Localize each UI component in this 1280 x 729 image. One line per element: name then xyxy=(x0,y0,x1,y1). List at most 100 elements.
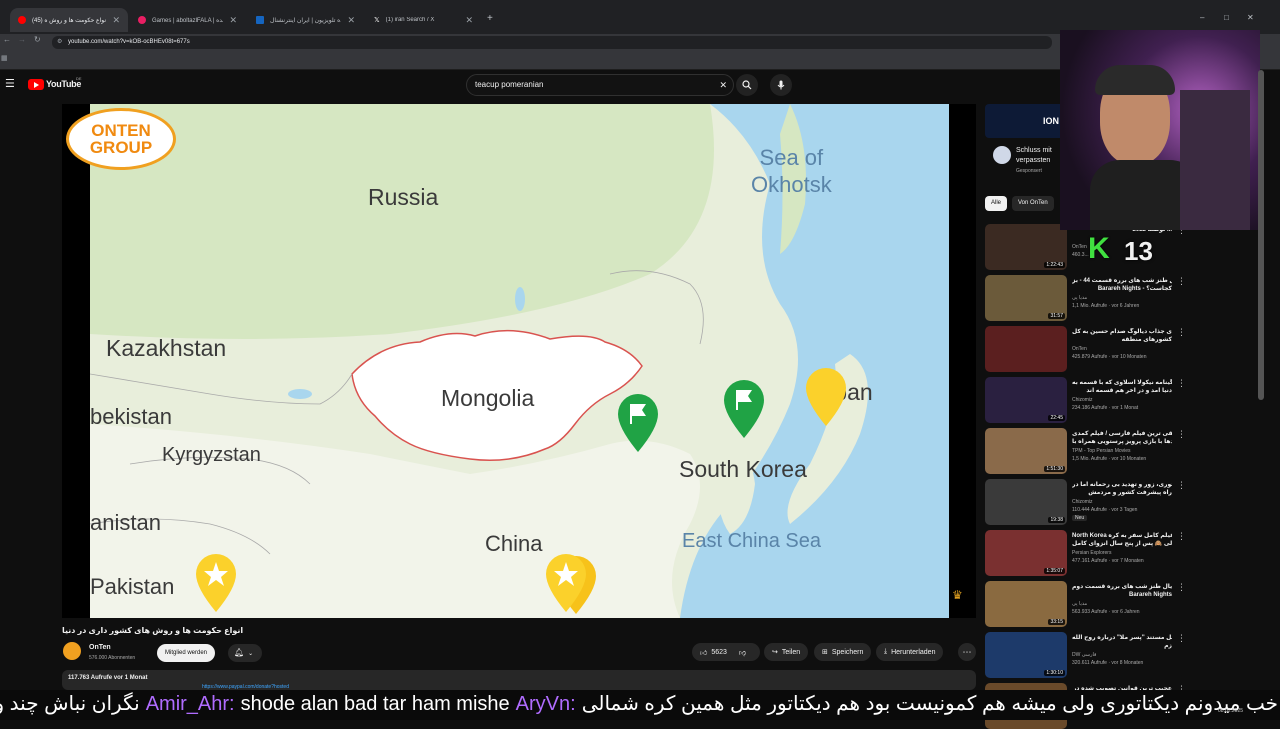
video-channel[interactable]: Persian Explorers xyxy=(1072,550,1111,556)
video-title-line2[interactable]: Barareh Nights xyxy=(1072,591,1172,599)
video-thumbnail[interactable]: 22:45 xyxy=(985,377,1067,423)
video-thumbnail[interactable] xyxy=(985,326,1067,372)
dislike-icon[interactable]: 👎︎ xyxy=(739,648,746,657)
close-tab-icon[interactable]: ✕ xyxy=(465,15,473,26)
video-options-icon[interactable]: ⋮ xyxy=(1177,378,1186,389)
browser-tab[interactable]: (45) انواع حکومت ها و روش ه ✕ xyxy=(10,8,128,32)
video-options-icon[interactable]: ⋮ xyxy=(1177,531,1186,542)
video-options-icon[interactable]: ⋮ xyxy=(1177,582,1186,593)
channel-avatar[interactable] xyxy=(63,642,81,660)
video-options-icon[interactable]: ⋮ xyxy=(1177,276,1186,287)
logo-text: ONTEN GROUP xyxy=(89,121,153,157)
new-tab-button[interactable]: + xyxy=(487,13,493,24)
video-options-icon[interactable]: ⋮ xyxy=(1177,480,1186,491)
video-thumbnail[interactable]: 1:30:10 xyxy=(985,632,1067,678)
video-meta: 477.161 Aufrufe · vor 7 Monaten xyxy=(1072,558,1144,564)
video-title-line2[interactable]: راه پیشرفت کشور و مردمش xyxy=(1072,489,1172,497)
video-title[interactable]: توافقی ترین فیلم فارسی / فیلم کمدی xyxy=(1072,430,1172,438)
more-actions-button[interactable]: ⋯ xyxy=(958,643,976,661)
video-title-line2[interactable]: Barareh Nights - کجاست؟ xyxy=(1072,285,1172,293)
video-thumbnail[interactable]: 31:57 xyxy=(985,275,1067,321)
video-title[interactable]: سریال طنز شب های برره قسمت 44 - بز xyxy=(1072,277,1172,285)
video-title[interactable]: زندگینامه نیکولا اسلاوی که با قسمه به xyxy=(1072,379,1172,387)
minimize-button[interactable]: – xyxy=(1200,13,1204,22)
menu-icon[interactable]: ☰ xyxy=(5,77,15,90)
ad-banner[interactable]: ION xyxy=(985,104,1067,138)
back-icon[interactable]: ← xyxy=(3,35,11,44)
x-favicon-icon: 𝕏 xyxy=(374,17,380,24)
chip-from-channel[interactable]: Von OnTen xyxy=(1012,196,1054,211)
video-thumbnail[interactable]: 19:38 xyxy=(985,479,1067,525)
video-channel[interactable]: Chizomiz xyxy=(1072,397,1093,403)
video-options-icon[interactable]: ⋮ xyxy=(1177,327,1186,338)
video-title[interactable]: North Korea فیلم کامل سفر به کره xyxy=(1072,532,1172,540)
video-channel[interactable]: TPM - Top Persian Movies xyxy=(1072,448,1131,454)
maximize-button[interactable]: □ xyxy=(1224,13,1229,22)
page-scrollbar[interactable] xyxy=(1258,70,1264,400)
video-title[interactable]: سریال طنز شب های برره قسمت دوم - xyxy=(1072,583,1172,591)
url-field[interactable]: ⚙ youtube.com/watch?v=kOB-ocBHEv08t=677s xyxy=(52,36,1052,49)
close-window-button[interactable]: ✕ xyxy=(1247,13,1254,22)
video-title-line2[interactable]: شمالی 🙈 پس از پنج سال انزوای کامل xyxy=(1072,540,1172,548)
close-tab-icon[interactable]: ✕ xyxy=(229,15,237,26)
notifications-button[interactable]: 🔔︎ ⌄ xyxy=(228,644,262,662)
video-meta: 425.879 Aufrufe · vor 10 Monaten xyxy=(1072,354,1147,360)
search-button[interactable] xyxy=(736,74,758,96)
join-button[interactable]: Mitglied werden xyxy=(157,644,216,662)
forward-icon[interactable]: → xyxy=(18,35,26,44)
description-box[interactable]: 117.763 Aufrufe vor 1 Monat https://www.… xyxy=(62,670,976,690)
yellow-pin-icon xyxy=(806,368,846,426)
search-input[interactable]: teacup pomeranian ✕ xyxy=(466,74,734,96)
video-title[interactable]: نسخه کامل مستند "پسر ملا" درباره روح الل… xyxy=(1072,634,1172,642)
video-title-line2[interactable]: کشورهای منطقه xyxy=(1072,336,1172,344)
apps-icon[interactable]: ▦ xyxy=(1,54,8,62)
close-tab-icon[interactable]: ✕ xyxy=(347,15,355,26)
map-label-pakistan: Pakistan xyxy=(90,574,175,599)
video-title-line2[interactable]: زم xyxy=(1072,642,1172,650)
video-title[interactable]: صحنه‌ی جذاب دیالوگ صدام حسین به کل xyxy=(1072,328,1172,336)
streamer-cap xyxy=(1095,65,1175,95)
video-channel[interactable]: OnTen xyxy=(1072,346,1087,352)
video-player[interactable]: Sea of Okhotsk Russia Kazakhstan Mongoli… xyxy=(62,104,976,618)
site-info-icon[interactable]: ⚙ xyxy=(57,36,62,49)
chevron-down-icon: ⌄ xyxy=(248,651,254,657)
channel-name[interactable]: OnTen xyxy=(89,644,111,651)
save-button[interactable]: ⊞ Speichern xyxy=(814,643,872,661)
voice-search-button[interactable] xyxy=(770,74,792,96)
k-badge: K xyxy=(1088,232,1110,265)
browser-tab[interactable]: Games | aboltazlFALA | پخش زنده ✕ xyxy=(130,8,245,32)
map-label-russia: Russia xyxy=(368,184,439,210)
share-button[interactable]: ↪ Teilen xyxy=(764,643,809,661)
ad-title[interactable]: Schluss mit xyxy=(1016,146,1052,156)
video-channel[interactable]: DW فارسی xyxy=(1072,652,1096,658)
browser-tab[interactable]: 𝕏 (1) iran Search / X ✕ xyxy=(366,8,481,32)
clear-search-icon[interactable]: ✕ xyxy=(719,75,727,95)
video-options-icon[interactable]: ⋮ xyxy=(1177,429,1186,440)
video-thumbnail[interactable]: 1:51:30 xyxy=(985,428,1067,474)
video-thumbnail[interactable]: 1:22:43 xyxy=(985,224,1067,270)
browser-tab[interactable]: پخش زنده تلویزیون | ایران اینترنشنال ✕ xyxy=(248,8,363,32)
video-title[interactable]: دیکتاتوری، زور و تهدید بی رحمانه اما در xyxy=(1072,481,1172,489)
video-channel[interactable]: مدیا پی xyxy=(1072,601,1087,607)
k-counter: 13 xyxy=(1124,236,1153,266)
chip-all[interactable]: Alle xyxy=(985,196,1008,211)
video-channel[interactable]: مدیا پی xyxy=(1072,295,1087,301)
video-thumbnail[interactable]: 33:15 xyxy=(985,581,1067,627)
video-channel[interactable]: OnTen xyxy=(1072,244,1087,250)
channel-watermark-icon[interactable]: ♛ xyxy=(952,588,963,602)
download-button[interactable]: ⤓ Herunterladen xyxy=(876,643,944,661)
youtube-favicon-icon xyxy=(18,16,26,24)
video-thumbnail[interactable]: 1:35:07 xyxy=(985,530,1067,576)
map-label-mongolia: Mongolia xyxy=(441,385,535,411)
video-title-line2[interactable]: چرا آخوندها با بازی پرویز پرستویی همراه … xyxy=(1072,438,1172,446)
reload-icon[interactable]: ↻ xyxy=(34,35,41,44)
youtube-logo-icon[interactable] xyxy=(28,79,44,90)
video-title-line2[interactable]: دنیا امد و در آخر هم قسمه اند xyxy=(1072,387,1172,395)
close-tab-icon[interactable]: ✕ xyxy=(112,15,120,26)
ad-title-2[interactable]: verpassten xyxy=(1016,156,1052,166)
like-icon[interactable]: 👍︎ xyxy=(700,648,707,657)
video-channel[interactable]: Chizomiz xyxy=(1072,499,1093,505)
search-icon xyxy=(742,80,752,90)
video-options-icon[interactable]: ⋮ xyxy=(1177,633,1186,644)
like-count[interactable]: 5623 xyxy=(711,649,727,656)
